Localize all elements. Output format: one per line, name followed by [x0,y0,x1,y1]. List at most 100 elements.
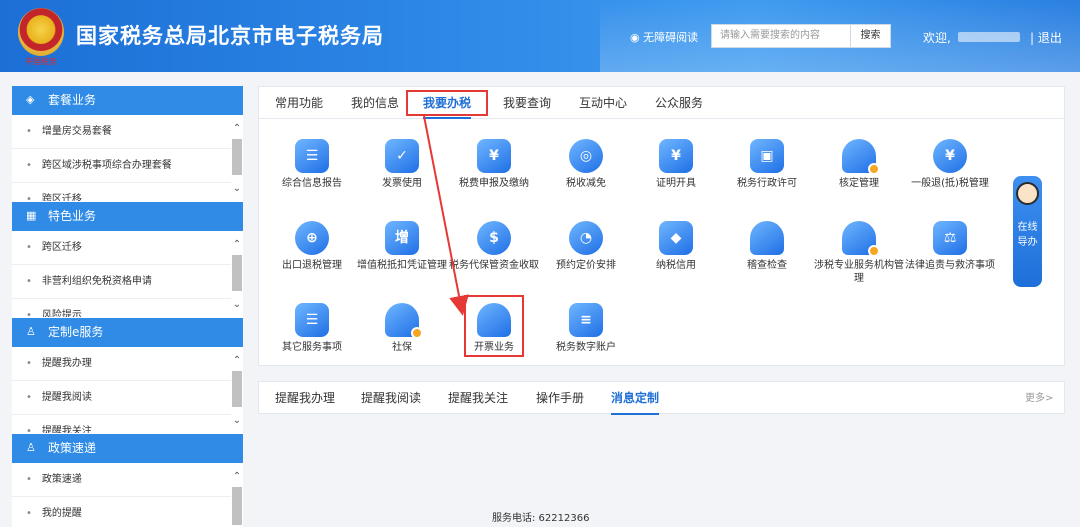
chevron-down-icon[interactable]: ⌄ [231,183,243,195]
service-label: 发票使用 [382,178,422,189]
tab-query[interactable]: 我要查询 [491,87,563,119]
scrollbar[interactable]: ⌃ ⌄ [231,347,243,433]
service-phone: 服务电话: 62212366 [492,513,590,524]
search-input[interactable]: 请输入需要搜索的内容 [711,24,851,48]
sidebar-section-custom-service[interactable]: ♙ 定制e服务 [12,318,243,347]
sidebar-item[interactable]: 跨区域涉税事项综合办理套餐 [12,149,231,183]
service-label: 税务代保管资金收取 [449,260,539,271]
scrollbar-thumb[interactable] [232,139,242,175]
gear-icon [411,327,423,339]
tab-interaction-center[interactable]: 互动中心 [567,87,639,119]
sidebar-section-featured[interactable]: ▦ 特色业务 [12,202,243,231]
service-label: 社保 [392,342,412,353]
tab-remind-follow[interactable]: 提醒我关注 [448,382,508,415]
sidebar-item[interactable]: 政策速递 [12,463,231,497]
service-label: 其它服务事项 [282,342,342,353]
sidebar-item[interactable]: 跨区迁移 [12,183,231,201]
sidebar: ◈ 套餐业务 增量房交易套餐 跨区域涉税事项综合办理套餐 跨区迁移 ⌃ ⌄ ▦ … [12,86,243,527]
tab-label: 消息定制 [611,391,660,405]
sidebar-item[interactable]: 提醒我关注 [12,415,231,433]
grid-icon: ▦ [26,209,37,222]
service-admin-license[interactable]: ▣ 税务行政许可 [719,131,815,211]
sidebar-item[interactable]: 我的提醒 [12,497,231,527]
sidebar-item[interactable]: 增量房交易套餐 [12,115,231,149]
active-tab-highlight-box [406,90,488,116]
chevron-up-icon[interactable]: ⌃ [231,471,243,483]
service-inspection[interactable]: 稽查检查 [719,213,815,293]
sidebar-section-policy[interactable]: ♙ 政策速递 [12,434,243,463]
sidebar-section-packages[interactable]: ◈ 套餐业务 [12,86,243,115]
tab-message-custom[interactable]: 消息定制 [611,382,660,415]
user-icon: ♙ [26,441,36,454]
service-digital-account[interactable]: ≡ 税务数字账户 [538,295,634,375]
service-vat-deduction[interactable]: 增 增值税抵扣凭证管理 [354,213,450,293]
sidebar-section-title: 特色业务 [48,209,97,223]
tab-remind-read[interactable]: 提醒我阅读 [361,382,421,415]
service-info-report[interactable]: ☰ 综合信息报告 [264,131,360,211]
chevron-up-icon[interactable]: ⌃ [231,239,243,251]
sidebar-item[interactable]: 跨区迁移 [12,231,231,265]
scrollbar[interactable]: ⌃ ⌄ [231,115,243,201]
tab-my-info[interactable]: 我的信息 [339,87,411,119]
service-invoice-use[interactable]: ✓ 发票使用 [354,131,450,211]
service-other[interactable]: ☰ 其它服务事项 [264,295,360,375]
service-tax-relief[interactable]: ◎ 税收减免 [538,131,634,211]
tax-emblem-icon [18,8,64,56]
service-assessment[interactable]: 核定管理 [811,131,907,211]
tab-public-service[interactable]: 公众服务 [643,87,715,119]
sidebar-list-packages: 增量房交易套餐 跨区域涉税事项综合办理套餐 跨区迁移 [12,115,231,201]
sidebar-section-title: 定制e服务 [48,325,104,339]
sidebar-item[interactable]: 提醒我办理 [12,347,231,381]
tab-remind-handle[interactable]: 提醒我办理 [275,382,335,415]
chevron-up-icon[interactable]: ⌃ [231,355,243,367]
scrollbar[interactable]: ⌃ [231,463,243,527]
online-guide-label: 在线导办 [1017,222,1038,248]
pen-lines-icon: ≡ [569,303,603,337]
chevron-up-icon[interactable]: ⌃ [231,123,243,135]
service-pricing[interactable]: ◔ 预约定价安排 [538,213,634,293]
search-button[interactable]: 搜索 [851,24,891,48]
service-label: 核定管理 [839,178,879,189]
service-label: 证明开具 [656,178,696,189]
emblem-subtitle: 中国税务 [25,57,57,66]
sidebar-item[interactable]: 非营利组织免税资格申请 [12,265,231,299]
sidebar-item[interactable]: 风险提示 [12,299,231,317]
service-label: 一般退(抵)税管理 [911,178,989,189]
tab-manual[interactable]: 操作手册 [536,382,584,415]
person-icon [750,221,784,255]
accessibility-link[interactable]: ◉ 无障碍阅读 [630,29,698,45]
id-badge-icon: ▣ [750,139,784,173]
service-tax-credit[interactable]: ◆ 纳税信用 [628,213,724,293]
eye-icon: ◉ [630,31,644,44]
scrollbar-thumb[interactable] [232,255,242,291]
service-refund[interactable]: ¥ 一般退(抵)税管理 [902,131,998,211]
logout-link[interactable]: | 退出 [1030,29,1062,46]
service-label: 预约定价安排 [556,260,616,271]
site-title: 国家税务总局北京市电子税务局 [76,24,384,48]
sidebar-item[interactable]: 提醒我阅读 [12,381,231,415]
money-bag-icon: $ [477,221,511,255]
scrollbar[interactable]: ⌃ ⌄ [231,231,243,317]
scrollbar-thumb[interactable] [232,487,242,525]
document-list-icon: ☰ [295,303,329,337]
chevron-down-icon[interactable]: ⌄ [231,299,243,311]
gear-icon [868,245,880,257]
service-agency-management[interactable]: 涉税专业服务机构管理 [811,213,907,293]
service-social-security[interactable]: 社保 [354,295,450,375]
layers-icon: ◈ [26,93,35,106]
service-export-refund[interactable]: ⊕ 出口退税管理 [264,213,360,293]
more-link[interactable]: 更多> [1025,382,1053,415]
service-tax-declaration[interactable]: ¥ 税费申报及缴纳 [446,131,542,211]
tab-underline [611,413,660,415]
globe-icon: ⊕ [295,221,329,255]
service-custody-funds[interactable]: $ 税务代保管资金收取 [446,213,542,293]
customer-service-avatar-icon [1016,182,1039,205]
service-label: 出口退税管理 [282,260,342,271]
tab-underline [423,117,471,119]
online-guide-button[interactable]: 在线导办 [1013,176,1042,287]
scrollbar-thumb[interactable] [232,371,242,407]
tab-common-functions[interactable]: 常用功能 [263,87,335,119]
service-certificate[interactable]: ¥ 证明开具 [628,131,724,211]
service-legal-remedy[interactable]: ⚖ 法律追责与救济事项 [902,213,998,293]
chevron-down-icon[interactable]: ⌄ [231,415,243,427]
